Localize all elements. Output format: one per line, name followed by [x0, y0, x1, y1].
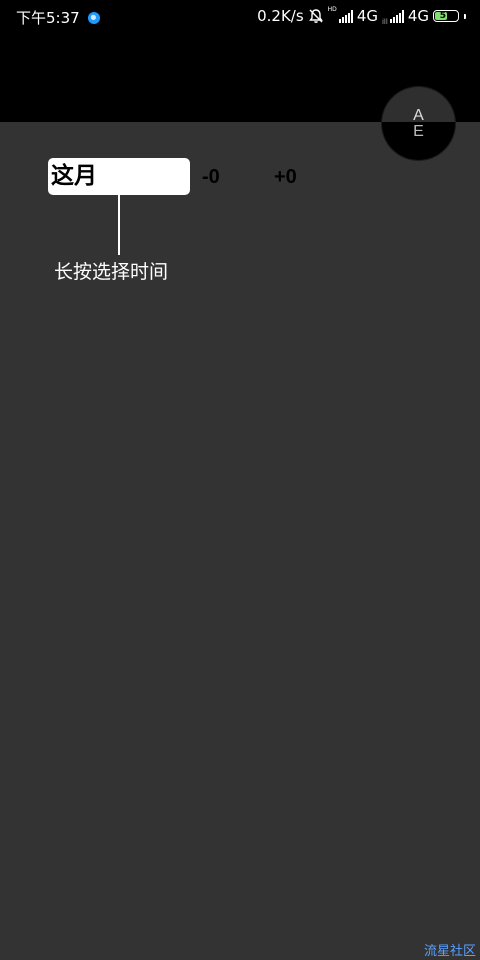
bell-off-icon [308, 9, 323, 23]
app-notification-icon [87, 11, 100, 24]
battery-tip [464, 13, 466, 19]
network-speed: 0.2K/s [257, 7, 304, 25]
battery-icon: 51 [433, 10, 459, 22]
battery-level: 51 [439, 11, 453, 21]
period-plus-offset[interactable]: +0 [274, 166, 297, 189]
signal-icon-2 [389, 9, 404, 23]
hint-text: 长按选择时间 [54, 261, 169, 283]
status-bar: 下午5:37 0.2K/s HD 4G ill 4G 51 [0, 0, 480, 32]
status-left: 下午5:37 [16, 7, 100, 28]
ae-bottom-letter: E [413, 123, 424, 140]
period-selector[interactable]: 这月 [48, 158, 190, 195]
ae-toggle-button[interactable]: A E [382, 87, 455, 160]
status-right: 0.2K/s HD 4G ill 4G 51 [257, 6, 466, 26]
status-time: 下午5:37 [16, 9, 80, 27]
network-type-2: 4G [407, 7, 429, 25]
period-label: 这月 [51, 163, 97, 189]
period-minus-offset[interactable]: -0 [202, 166, 220, 189]
hint-connector-line [118, 195, 120, 255]
hd-label: HD [327, 6, 337, 13]
watermark: 流星社区 [423, 944, 476, 959]
network-type-1: 4G [356, 7, 378, 25]
signal-icon-1 [338, 9, 353, 23]
network-sub-label: ill [381, 18, 388, 26]
